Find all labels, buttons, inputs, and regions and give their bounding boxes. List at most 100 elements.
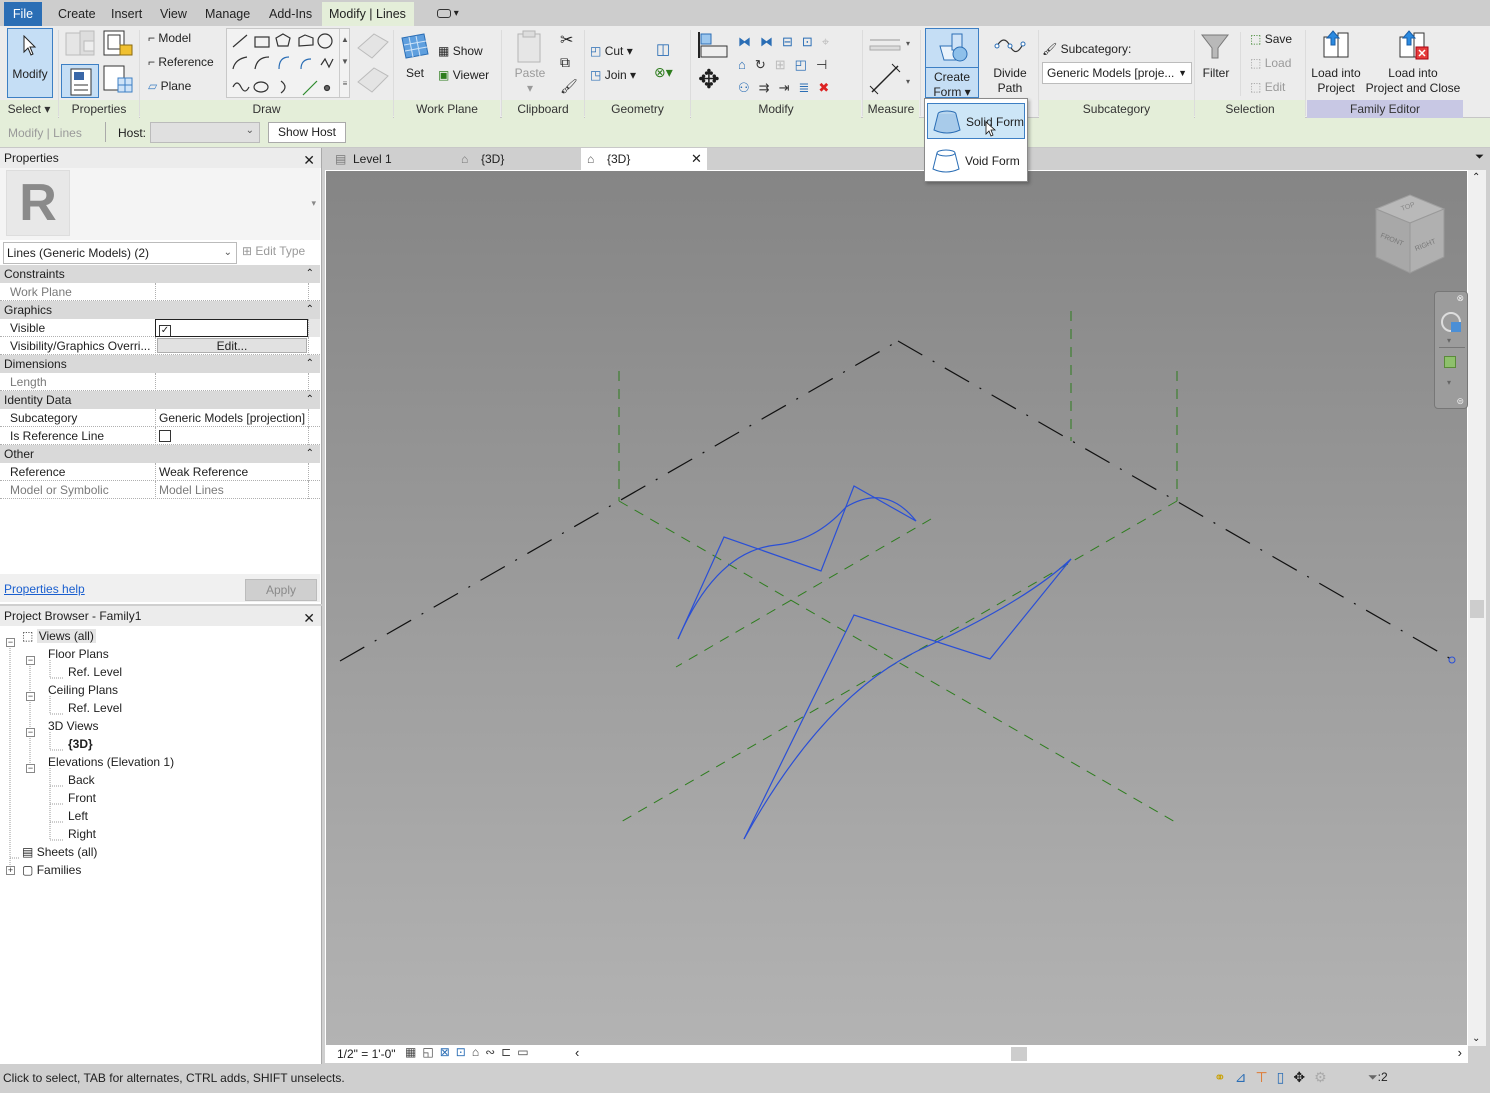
reference-value[interactable]: Weak Reference — [155, 463, 308, 481]
measure-distance-icon[interactable]: ▾ — [868, 34, 914, 54]
show-host-button[interactable]: Show Host — [268, 122, 346, 143]
collapse-toggle[interactable]: − — [26, 656, 35, 665]
tree-3d-views[interactable]: 3D Views — [48, 717, 98, 735]
collapse-toggle[interactable]: − — [26, 728, 35, 737]
wall-joins-icon[interactable]: ◫ — [656, 40, 670, 58]
host-select[interactable]: ⌄ — [150, 122, 260, 143]
draw-plane-button[interactable]: ▱ Plane — [148, 79, 191, 93]
align-icon[interactable] — [697, 30, 729, 60]
shadows-icon[interactable]: ⊡ — [456, 1045, 472, 1059]
tree-3d-view-item[interactable]: {3D} — [68, 735, 93, 753]
solid-form-item[interactable]: Solid Form — [927, 103, 1025, 139]
draw-shape-icons[interactable] — [227, 29, 351, 99]
collapse-toggle[interactable]: − — [6, 638, 15, 647]
tree-ceiling-ref-level[interactable]: Ref. Level — [68, 699, 122, 717]
modify-button[interactable]: Modify — [7, 28, 53, 98]
drag-on-selection-icon[interactable]: ✥ — [1293, 1069, 1314, 1085]
select-links-icon[interactable]: ⚭ — [1214, 1069, 1235, 1085]
save-selection-button[interactable]: ⬚ Save — [1250, 32, 1292, 46]
copy-icon[interactable]: ⧉ — [560, 54, 570, 71]
visible-checkbox[interactable]: ✓ — [159, 325, 171, 336]
vertical-scrollbar[interactable]: ⌃ ⌄ — [1468, 170, 1486, 1046]
collapse-toggle[interactable]: − — [26, 764, 35, 773]
chevron-down-icon[interactable]: ▾ — [1447, 378, 1451, 387]
modify-tools-grid[interactable]: ⧓⧓⊟⊡⌖ ⌂↻⊞◰⊣ ⚇⇉⇥≣✖ — [738, 30, 862, 96]
view-scale[interactable]: 1/2" = 1'-0" — [337, 1047, 396, 1061]
tree-views-all[interactable]: ⬚ Views (all) — [22, 627, 96, 645]
subcategory-value[interactable]: Generic Models [projection] — [155, 409, 308, 427]
load-into-project-and-close-button[interactable]: Load into Project and Close — [1364, 66, 1462, 96]
tab-manage[interactable]: Manage — [198, 2, 257, 26]
sun-path-icon[interactable]: ⊠ — [440, 1045, 456, 1059]
reveal-constraints-icon[interactable]: ▭ — [517, 1045, 534, 1059]
scroll-left-icon[interactable]: ‹ — [575, 1045, 579, 1060]
zoom-region-icon[interactable] — [1444, 356, 1456, 368]
tab-file[interactable]: File — [4, 2, 42, 26]
tab-create[interactable]: Create — [51, 2, 103, 26]
horizontal-scroll-thumb[interactable] — [1011, 1047, 1027, 1061]
apply-button[interactable]: Apply — [245, 579, 317, 601]
work-plane-show-button[interactable]: ▦ Show — [438, 44, 483, 58]
type-selector[interactable]: Lines (Generic Models) (2) ⌄ — [3, 242, 237, 264]
cut-icon[interactable]: ✂ — [560, 30, 573, 50]
tab-modify-lines[interactable]: Modify | Lines — [322, 2, 414, 26]
tree-ceiling-plans[interactable]: Ceiling Plans — [48, 681, 118, 699]
tree-elevations[interactable]: Elevations (Elevation 1) — [48, 753, 174, 771]
ribbon-display-toggle[interactable]: ▾ — [430, 2, 466, 26]
view-tab-level-1[interactable]: ▤ Level 1 — [327, 148, 453, 170]
group-constraints[interactable]: Constraints ⌃ — [0, 265, 320, 283]
draw-reference-button[interactable]: ⌐ Reference — [148, 55, 214, 69]
work-plane-viewer-button[interactable]: ▣ Viewer — [438, 68, 489, 82]
close-icon[interactable]: ⊗ — [1456, 293, 1464, 304]
aligned-dimension-icon[interactable]: ▾ — [868, 62, 914, 96]
tree-elevation-left[interactable]: Left — [68, 807, 88, 825]
lock-3d-view-icon[interactable]: ⌂ — [472, 1045, 485, 1059]
tab-view[interactable]: View — [153, 2, 194, 26]
select-underlay-icon[interactable]: ⊿ — [1235, 1069, 1256, 1085]
tree-elevation-back[interactable]: Back — [68, 771, 95, 789]
select-by-face-icon[interactable]: ▯ — [1277, 1069, 1294, 1085]
family-types-icon[interactable] — [102, 29, 134, 59]
chevron-down-icon[interactable]: ▾ — [1447, 336, 1451, 345]
visibility-graphics-edit-button[interactable]: Edit... — [157, 338, 307, 353]
tree-elevation-front[interactable]: Front — [68, 789, 96, 807]
model-canvas[interactable] — [326, 171, 1469, 1047]
join-geometry-button[interactable]: ◳ Join ▾ — [590, 68, 636, 82]
tree-elevation-right[interactable]: Right — [68, 825, 96, 843]
detail-level-icon[interactable]: ▦ — [405, 1045, 422, 1059]
collapse-toggle[interactable]: − — [26, 692, 35, 701]
void-form-item[interactable]: Void Form — [927, 143, 1025, 179]
close-tab-icon[interactable]: ✕ — [691, 148, 702, 170]
is-reference-line-checkbox[interactable] — [159, 430, 171, 442]
expand-toggle[interactable]: + — [6, 866, 15, 875]
group-other[interactable]: Other ⌃ — [0, 445, 320, 463]
selection-filter-count[interactable]: ⏷:2 — [1368, 1070, 1388, 1085]
group-identity-data[interactable]: Identity Data ⌃ — [0, 391, 320, 409]
move-icon[interactable]: ✥ — [698, 64, 720, 94]
tab-insert[interactable]: Insert — [104, 2, 149, 26]
visual-style-icon[interactable]: ◱ — [422, 1045, 439, 1059]
properties-help-link[interactable]: Properties help — [4, 582, 85, 596]
divide-path-button[interactable]: Divide Path — [986, 66, 1034, 96]
match-type-icon[interactable]: 🖌 — [560, 78, 578, 95]
filter-button[interactable]: Filter — [1196, 66, 1236, 81]
tab-add-ins[interactable]: Add-Ins — [262, 2, 319, 26]
load-into-project-button[interactable]: Load into Project — [1306, 66, 1366, 96]
pick-faces-icons[interactable] — [354, 30, 390, 94]
select-pinned-icon[interactable]: ⊤ — [1255, 1069, 1276, 1085]
family-category-icon[interactable] — [64, 29, 98, 59]
properties-toggle-button[interactable] — [61, 64, 99, 98]
close-icon[interactable]: ✕ — [303, 150, 315, 170]
scroll-up-icon[interactable]: ⌃ — [1472, 172, 1480, 183]
tree-floor-ref-level[interactable]: Ref. Level — [68, 663, 122, 681]
paste-button[interactable]: Paste ▾ — [508, 66, 552, 96]
edit-type-button[interactable]: ⊞ Edit Type — [242, 244, 305, 258]
temporary-hide-icon[interactable]: ∾ — [485, 1045, 501, 1059]
tree-families[interactable]: ▢ Families — [22, 861, 81, 879]
edit-selection-button[interactable]: ⬚ Edit — [1250, 80, 1285, 94]
tab-overflow-icon[interactable]: ⏷ — [1475, 151, 1484, 164]
viewcube[interactable]: TOP FRONT RIGHT — [1372, 193, 1452, 277]
close-icon[interactable]: ✕ — [303, 608, 315, 628]
type-properties-icon[interactable] — [102, 64, 134, 96]
tree-sheets[interactable]: ▤ Sheets (all) — [22, 843, 97, 861]
